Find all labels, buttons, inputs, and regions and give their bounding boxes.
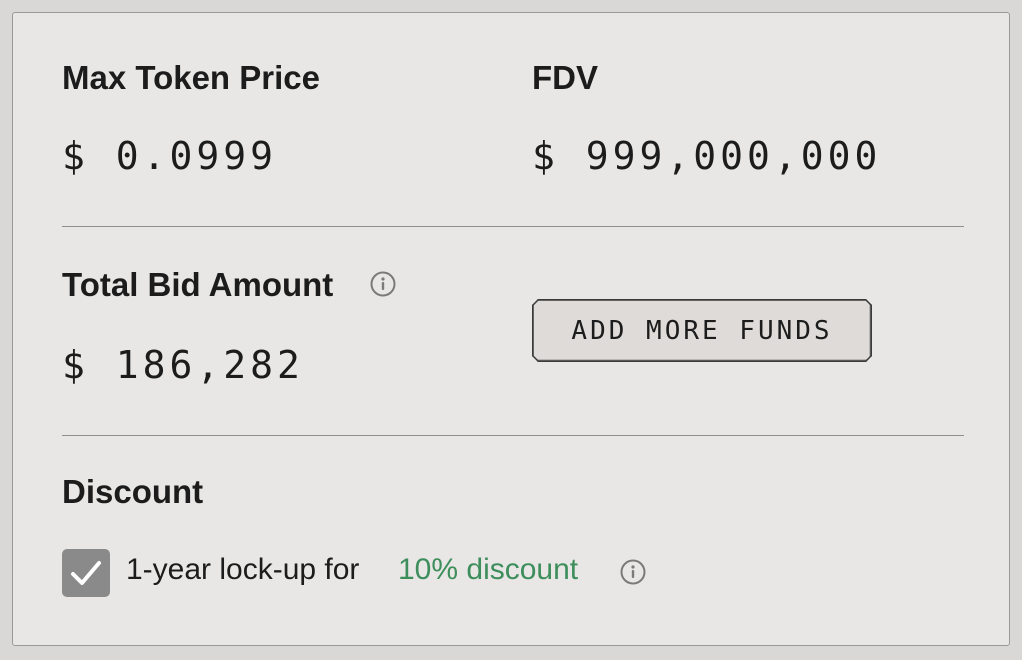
total-bid-label: Total Bid Amount bbox=[62, 266, 334, 303]
max-token-price-label: Max Token Price bbox=[62, 59, 320, 96]
divider-bottom bbox=[62, 435, 964, 436]
info-icon[interactable] bbox=[620, 559, 646, 585]
discount-percent-text: 10% discount bbox=[398, 553, 579, 586]
fdv-label: FDV bbox=[532, 59, 598, 96]
discount-heading: Discount bbox=[62, 473, 204, 510]
max-token-price-value: $ 0.0999 bbox=[62, 134, 278, 178]
checkmark-icon bbox=[71, 561, 101, 585]
lockup-text: 1-year lock-up for bbox=[126, 553, 360, 586]
bid-panel: Max Token Price $ 0.0999 FDV $ 999,000,0… bbox=[12, 12, 1010, 646]
add-more-funds-button[interactable]: ADD MORE FUNDS bbox=[532, 299, 872, 362]
total-bid-value: $ 186,282 bbox=[62, 343, 304, 387]
fdv-value: $ 999,000,000 bbox=[532, 134, 882, 178]
lockup-checkbox[interactable] bbox=[62, 549, 110, 597]
info-icon[interactable] bbox=[370, 271, 396, 297]
divider-top bbox=[62, 226, 964, 227]
